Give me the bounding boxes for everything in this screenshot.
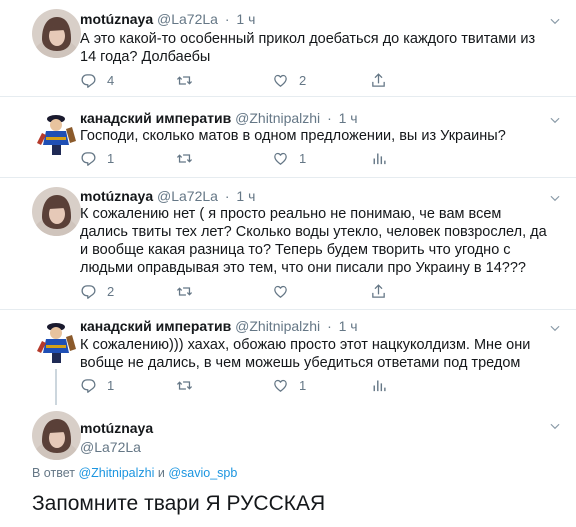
avatar[interactable] xyxy=(32,317,81,366)
stats-icon xyxy=(370,377,387,394)
separator: · xyxy=(327,318,332,334)
reply-button[interactable]: 2 xyxy=(80,282,114,300)
stats-icon xyxy=(370,150,387,167)
timestamp[interactable]: 1 ч xyxy=(236,11,255,27)
separator: · xyxy=(224,188,230,204)
tweet-text: Господи, сколько матов в одном предложен… xyxy=(80,128,506,144)
reply-prefix: В ответ xyxy=(32,466,75,480)
user-handle[interactable]: @La72La xyxy=(157,11,218,27)
tweet[interactable]: канадский императив @Zhitnipalzhi · 1 ч … xyxy=(0,309,576,405)
share-button[interactable] xyxy=(370,282,387,300)
avatar[interactable] xyxy=(32,411,81,460)
user-handle[interactable]: @La72La xyxy=(157,188,218,204)
reply-count: 2 xyxy=(107,283,115,299)
like-button[interactable]: 1 xyxy=(272,149,306,167)
like-count: 1 xyxy=(299,377,307,393)
tweet[interactable]: канадский императив @Zhitnipalzhi · 1 ч … xyxy=(0,97,576,177)
user-name[interactable]: motúznaya xyxy=(80,11,153,27)
chevron-down-icon[interactable] xyxy=(548,113,562,127)
separator: · xyxy=(224,11,230,27)
tweet-text: К сожалению))) хахах, обожаю просто этот… xyxy=(80,337,531,371)
avatar[interactable] xyxy=(32,109,81,158)
retweet-icon xyxy=(176,150,193,167)
retweet-button[interactable] xyxy=(176,282,193,300)
reply-user-link[interactable]: @savio_spb xyxy=(168,466,237,480)
user-handle[interactable]: @Zhitnipalzhi xyxy=(235,110,320,126)
reply-icon xyxy=(80,377,97,394)
tweet-actions: 1 1 xyxy=(80,376,480,394)
timestamp[interactable]: 1 ч xyxy=(236,188,255,204)
reply-count: 1 xyxy=(107,377,115,393)
reply-count: 1 xyxy=(107,150,115,166)
like-button[interactable] xyxy=(272,282,289,300)
like-count: 1 xyxy=(299,150,307,166)
reply-icon xyxy=(80,150,97,167)
tweet-text: К сожалению нет ( я просто реально не по… xyxy=(80,206,547,276)
tweet-text: А это какой-то особенный прикол доебатьс… xyxy=(80,31,536,65)
reply-icon xyxy=(80,72,97,89)
retweet-icon xyxy=(176,72,193,89)
user-name[interactable]: motúznaya xyxy=(80,188,153,204)
tweet-actions: 4 2 xyxy=(80,71,480,89)
timestamp[interactable]: 1 ч xyxy=(339,318,358,334)
user-name[interactable]: motúznaya xyxy=(80,420,153,436)
retweet-button[interactable] xyxy=(176,376,193,394)
like-button[interactable]: 2 xyxy=(272,71,306,89)
reply-button[interactable]: 4 xyxy=(80,71,114,89)
like-icon xyxy=(272,72,289,89)
reply-context: В ответ @Zhitnipalzhi и @savio_spb xyxy=(32,466,237,480)
reply-icon xyxy=(80,283,97,300)
share-icon xyxy=(370,283,387,300)
retweet-icon xyxy=(176,377,193,394)
share-icon xyxy=(370,72,387,89)
like-button[interactable]: 1 xyxy=(272,376,306,394)
chevron-down-icon[interactable] xyxy=(548,419,562,433)
user-name[interactable]: канадский императив xyxy=(80,318,231,334)
stats-button[interactable] xyxy=(370,376,387,394)
tweet-actions: 1 1 xyxy=(80,149,480,167)
like-icon xyxy=(272,377,289,394)
retweet-button[interactable] xyxy=(176,149,193,167)
chevron-down-icon[interactable] xyxy=(548,14,562,28)
retweet-icon xyxy=(176,283,193,300)
tweet-actions: 2 xyxy=(80,282,480,300)
user-handle[interactable]: @La72La xyxy=(80,439,153,455)
main-tweet-text: Запомните твари Я РУССКАЯ xyxy=(32,492,326,515)
timestamp[interactable]: 1 ч xyxy=(339,110,358,126)
like-icon xyxy=(272,150,289,167)
retweet-button[interactable] xyxy=(176,71,193,89)
tweet[interactable]: motúznaya @La72La · 1 ч А это какой-то о… xyxy=(0,0,576,97)
user-name[interactable]: канадский императив xyxy=(80,110,231,126)
reply-button[interactable]: 1 xyxy=(80,376,114,394)
thread-line xyxy=(55,369,57,405)
chevron-down-icon[interactable] xyxy=(548,321,562,335)
reply-button[interactable]: 1 xyxy=(80,149,114,167)
chevron-down-icon[interactable] xyxy=(548,191,562,205)
tweet[interactable]: motúznaya @La72La · 1 ч К сожалению нет … xyxy=(0,177,576,309)
share-button[interactable] xyxy=(370,71,387,89)
like-count: 2 xyxy=(299,72,307,88)
reply-user-link[interactable]: @Zhitnipalzhi xyxy=(78,466,154,480)
reply-and: и xyxy=(157,466,165,480)
user-handle[interactable]: @Zhitnipalzhi xyxy=(235,318,320,334)
like-icon xyxy=(272,283,289,300)
avatar[interactable] xyxy=(32,9,81,58)
avatar[interactable] xyxy=(32,187,81,236)
reply-count: 4 xyxy=(107,72,115,88)
stats-button[interactable] xyxy=(370,149,387,167)
separator: · xyxy=(327,110,332,126)
